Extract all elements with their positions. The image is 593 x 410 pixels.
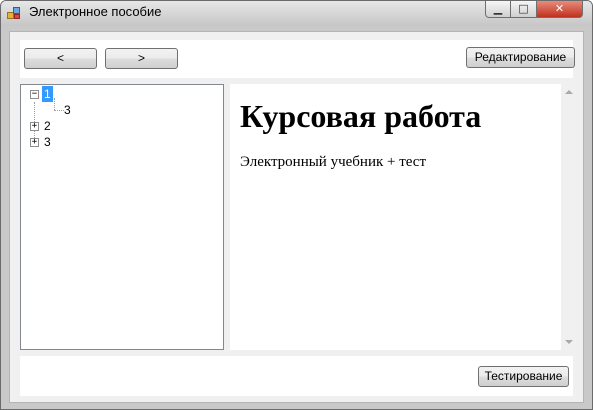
tree-node-1-child[interactable]: 3 — [21, 102, 221, 118]
content-heading: Курсовая работа — [240, 98, 482, 134]
expand-icon[interactable]: + — [30, 122, 39, 131]
tree-node-label[interactable]: 1 — [42, 86, 53, 102]
back-button[interactable]: < — [24, 48, 97, 69]
expand-icon[interactable]: + — [30, 138, 39, 147]
content-text: Электронный учебник + тест — [240, 154, 427, 170]
close-button[interactable]: ✕ — [537, 1, 583, 18]
content-viewer: Курсовая работа Электронный учебник + те… — [230, 84, 561, 350]
title-bar[interactable]: Электронное пособие ▁ □ ✕ — [1, 1, 592, 26]
toolbar-panel: < > Редактирование — [20, 40, 575, 78]
tree-node-label[interactable]: 3 — [62, 102, 73, 118]
app-icon — [7, 6, 21, 20]
vertical-scrollbar[interactable] — [561, 84, 578, 350]
topics-tree[interactable]: − 1 3 + 2 + 3 — [20, 84, 224, 350]
collapse-icon[interactable]: − — [30, 90, 39, 99]
footer-panel: Тестирование — [20, 356, 573, 396]
forward-button[interactable]: > — [105, 48, 178, 69]
maximize-button[interactable]: □ — [511, 1, 537, 18]
tree-node-1[interactable]: − 1 — [21, 86, 221, 102]
scroll-up-icon[interactable] — [565, 90, 573, 94]
tree-node-2[interactable]: + 2 — [21, 118, 221, 134]
test-button[interactable]: Тестирование — [478, 366, 569, 387]
tree-node-label[interactable]: 3 — [42, 134, 53, 150]
client-area: < > Редактирование − 1 3 + 2 + 3 Курсова… — [9, 31, 584, 403]
minimize-button[interactable]: ▁ — [485, 1, 511, 18]
edit-button[interactable]: Редактирование — [466, 47, 575, 68]
tree-node-3[interactable]: + 3 — [21, 134, 221, 150]
window-title: Электронное пособие — [29, 4, 162, 19]
app-window: Электронное пособие ▁ □ ✕ < > Редактиров… — [0, 0, 593, 410]
scroll-down-icon[interactable] — [565, 340, 573, 344]
tree-node-label[interactable]: 2 — [42, 118, 53, 134]
